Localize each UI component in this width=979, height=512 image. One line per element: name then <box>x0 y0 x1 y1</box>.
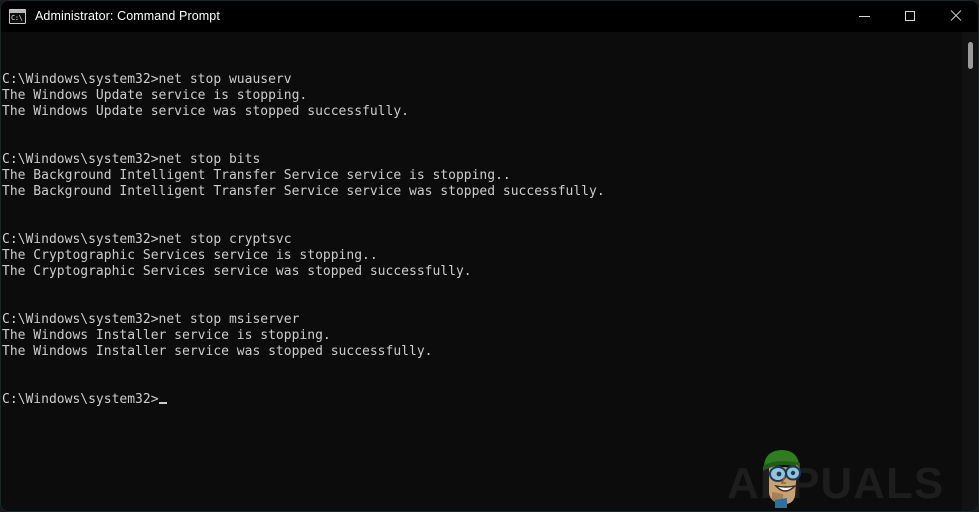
scrollbar-thumb[interactable] <box>968 42 973 69</box>
appuals-mascot-face-icon <box>763 450 801 508</box>
window-titlebar[interactable]: C:\ Administrator: Command Prompt <box>0 0 979 32</box>
close-icon <box>950 10 962 22</box>
cmd-icon: C:\ <box>9 8 26 24</box>
maximize-button[interactable] <box>887 0 933 32</box>
watermark-logo: APPUALS <box>727 450 957 512</box>
caption-button-group <box>841 0 979 32</box>
console-text: C:\Windows\system32>net stop wuauserv Th… <box>2 72 605 408</box>
watermark-brand-text: APPUALS <box>727 459 945 508</box>
minimize-button[interactable] <box>841 0 887 32</box>
command-prompt-window: C:\ Administrator: Command Prompt C:\Win… <box>0 0 979 512</box>
window-title: Administrator: Command Prompt <box>35 9 220 23</box>
close-button[interactable] <box>933 0 979 32</box>
text-cursor <box>158 402 167 404</box>
console-output-area[interactable]: C:\Windows\system32>net stop wuauserv Th… <box>0 32 979 512</box>
vertical-scrollbar[interactable] <box>962 32 979 512</box>
cmd-icon-label: C:\ <box>11 13 23 22</box>
minimize-icon <box>858 15 870 17</box>
maximize-icon <box>905 11 915 21</box>
console-text-content: C:\Windows\system32>net stop wuauserv Th… <box>2 72 605 407</box>
